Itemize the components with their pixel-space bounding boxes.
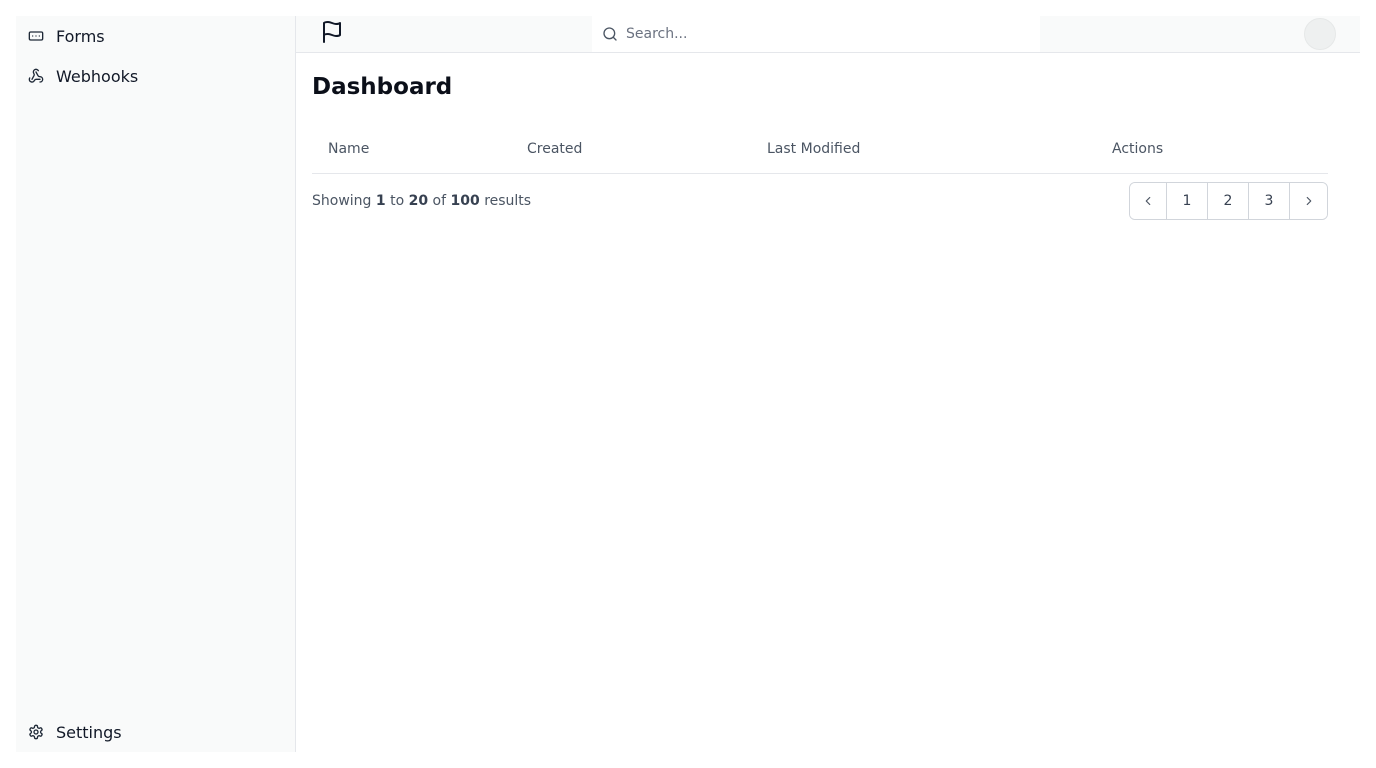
topbar-user-area	[1040, 16, 1360, 52]
forms-table: Name Created Last Modified Actions	[312, 125, 1328, 174]
sidebar-nav: Forms Webhooks	[16, 16, 295, 96]
results-to: 20	[408, 192, 429, 209]
results-from: 1	[375, 192, 386, 209]
next-page-button[interactable]	[1290, 182, 1327, 219]
search-icon	[603, 27, 617, 41]
avatar[interactable]	[1304, 18, 1336, 50]
page-title: Dashboard	[312, 74, 453, 100]
topbar-brand	[296, 16, 592, 52]
column-header-last-modified: Last Modified	[767, 125, 1112, 174]
column-header-name: Name	[312, 125, 527, 174]
form-input-icon	[28, 28, 44, 44]
main-panel: Dashboard Name Created Last Modified Act…	[296, 16, 1360, 752]
page-button-1[interactable]: 1	[1167, 182, 1208, 219]
chevron-right-icon	[1306, 196, 1311, 205]
table-footer: Showing 1 to 20 of 100 results 1 2 3	[312, 174, 1328, 228]
app-shell: Forms Webhooks Settings Search... Dashbo…	[16, 16, 1360, 752]
results-suffix: results	[484, 192, 532, 209]
flag-icon[interactable]	[320, 20, 344, 48]
results-total: 100	[450, 192, 480, 209]
column-header-actions: Actions	[1112, 125, 1328, 174]
results-to-word: to	[390, 192, 405, 209]
topbar	[296, 16, 1360, 53]
sidebar-item-webhooks[interactable]: Webhooks	[16, 56, 295, 96]
dashboard-content: Dashboard Name Created Last Modified Act…	[296, 53, 1360, 228]
results-prefix: Showing	[312, 192, 372, 209]
gear-icon	[28, 724, 44, 740]
sidebar-item-label: Settings	[56, 722, 122, 742]
sidebar-item-label: Webhooks	[56, 66, 139, 86]
column-header-created: Created	[527, 125, 767, 174]
pagination: 1 2 3	[1129, 181, 1328, 220]
sidebar-item-forms[interactable]: Forms	[16, 16, 295, 56]
page-button-2[interactable]: 2	[1208, 182, 1249, 219]
page-button-3[interactable]: 3	[1249, 182, 1290, 219]
sidebar-footer: Settings	[16, 712, 295, 752]
webhook-icon	[28, 68, 44, 84]
sidebar-item-label: Forms	[56, 26, 105, 46]
search-input[interactable]	[624, 25, 1004, 43]
chevron-left-icon	[1145, 196, 1151, 205]
search-bar	[592, 16, 1040, 52]
table-header-row: Name Created Last Modified Actions	[312, 125, 1328, 174]
results-summary: Showing 1 to 20 of 100 results	[312, 193, 531, 209]
results-of-word: of	[432, 192, 447, 209]
sidebar: Forms Webhooks Settings	[16, 16, 296, 752]
previous-page-button[interactable]	[1130, 182, 1167, 219]
sidebar-item-settings[interactable]: Settings	[16, 712, 295, 752]
